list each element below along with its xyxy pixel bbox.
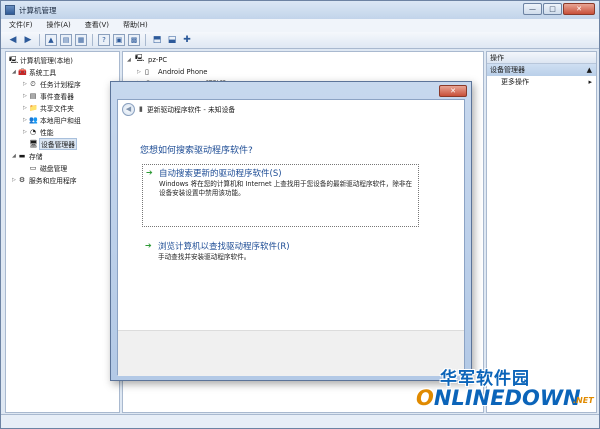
- device-label: Android Phone: [158, 67, 208, 76]
- scan-hardware-icon[interactable]: ▩: [128, 34, 140, 46]
- tree-label: 计算机管理(本地): [20, 56, 73, 65]
- update-driver-icon[interactable]: ⬒: [151, 34, 163, 46]
- tree-label: 本地用户和组: [40, 116, 81, 125]
- up-folder-icon[interactable]: ▲: [45, 34, 57, 46]
- console-tree: 🖳 计算机管理(本地) ◢ 🧰 系统工具 ▷ ⏲ 任务计划程序 ▷ ▤ 事件查看器 ▷ 📁 共享文…: [5, 51, 120, 413]
- performance-icon: ◔: [29, 127, 37, 136]
- users-icon: 👥: [29, 115, 38, 124]
- watermark-o: O: [416, 386, 434, 410]
- dialog-client-area: ◀ ▮ 更新驱动程序软件 - 未知设备 您想如何搜索驱动程序软件? ➔ 自动搜索…: [117, 99, 465, 376]
- auto-search-title: 自动搜索更新的驱动程序软件(S): [159, 169, 282, 179]
- help-icon[interactable]: ?: [98, 34, 110, 46]
- collapse-arrow-icon[interactable]: ◢: [127, 57, 135, 63]
- menu-bar: 文件(F) 操作(A) 查看(V) 帮助(H): [1, 19, 599, 32]
- dialog-button-area: [118, 330, 464, 376]
- export-list-icon[interactable]: ▦: [75, 34, 87, 46]
- tree-label: 磁盘管理: [40, 164, 68, 173]
- close-button[interactable]: ✕: [563, 3, 595, 15]
- device-icon: ▮: [139, 105, 143, 113]
- computer-management-icon: [5, 5, 15, 15]
- show-hide-tree-icon[interactable]: ▤: [60, 34, 72, 46]
- tree-item-event-viewer[interactable]: ▷ ▤ 事件查看器: [23, 90, 74, 101]
- tree-item-services-apps[interactable]: ▷ ⚙ 服务和应用程序: [12, 174, 77, 185]
- properties-icon[interactable]: ▣: [113, 34, 125, 46]
- disk-icon: ▭: [29, 163, 37, 172]
- tree-label: 设备管理器: [39, 137, 77, 150]
- tree-label: 事件查看器: [40, 92, 74, 101]
- forward-arrow-icon[interactable]: ▶: [22, 34, 34, 46]
- tree-item-shared-folders[interactable]: ▷ 📁 共享文件夹: [23, 102, 74, 113]
- menu-action[interactable]: 操作(A): [47, 19, 71, 32]
- dialog-close-button[interactable]: ✕: [439, 85, 467, 97]
- tree-label: 共享文件夹: [40, 104, 74, 113]
- update-driver-dialog: ✕ ◀ ▮ 更新驱动程序软件 - 未知设备 您想如何搜索驱动程序软件? ➔ 自动…: [110, 81, 472, 381]
- menu-view[interactable]: 查看(V): [85, 19, 109, 32]
- phone-icon: ▯: [145, 67, 149, 76]
- browse-description: 手动查找并安装驱动程序软件。: [158, 253, 251, 261]
- tree-label: 性能: [40, 128, 54, 137]
- tree-item-storage[interactable]: ◢ ▬ 存储: [12, 150, 43, 161]
- watermark-logo: 华军软件园 ONLINEDOWN .NET: [416, 364, 596, 424]
- tree-item-disk-management[interactable]: ▭ 磁盘管理: [29, 162, 68, 173]
- storage-icon: ▬: [18, 151, 26, 160]
- browse-title: 浏览计算机以查找驱动程序软件(R): [158, 242, 290, 252]
- shared-folder-icon: 📁: [29, 103, 38, 112]
- back-button[interactable]: ◀: [122, 102, 135, 116]
- tree-label: 服务和应用程序: [29, 176, 77, 185]
- menu-help[interactable]: 帮助(H): [123, 19, 148, 32]
- toolbox-icon: 🧰: [18, 67, 27, 76]
- device-root[interactable]: ◢ 🖳 pz-PC: [127, 54, 167, 65]
- tree-item-system-tools[interactable]: ◢ 🧰 系统工具: [12, 66, 56, 77]
- tree-label: 存储: [29, 152, 43, 161]
- disable-device-icon[interactable]: ⬓: [166, 34, 178, 46]
- tree-item-local-users[interactable]: ▷ 👥 本地用户和组: [23, 114, 81, 125]
- tree-item-root[interactable]: 🖳 计算机管理(本地): [9, 54, 73, 65]
- collapse-up-icon[interactable]: ▲: [587, 64, 592, 76]
- tree-item-device-manager[interactable]: 🖥 设备管理器: [29, 137, 77, 150]
- dialog-title: 更新驱动程序软件 - 未知设备: [146, 106, 236, 114]
- uninstall-device-icon[interactable]: ✚: [181, 34, 193, 46]
- back-arrow-icon[interactable]: ◀: [7, 34, 19, 46]
- submenu-arrow-icon: ▸: [588, 78, 592, 86]
- title-bar[interactable]: 计算机管理 — □ ✕: [1, 1, 599, 19]
- services-icon: ⚙: [18, 175, 26, 184]
- more-actions-label: 更多操作: [501, 78, 529, 86]
- auto-search-description: Windows 将在您的计算机和 Internet 上查找用于您设备的最新驱动程…: [159, 180, 413, 197]
- device-manager-icon: 🖥: [29, 139, 38, 148]
- actions-pane: 操作 设备管理器 ▲ 更多操作 ▸: [486, 51, 597, 413]
- dialog-header: ◀ ▮ 更新驱动程序软件 - 未知设备: [118, 100, 464, 118]
- tree-label: 任务计划程序: [40, 80, 81, 89]
- actions-section-device-manager[interactable]: 设备管理器 ▲: [487, 64, 596, 76]
- event-log-icon: ▤: [29, 91, 37, 100]
- green-arrow-icon: ➔: [146, 168, 153, 177]
- toolbar: ◀ ▶ ▲ ▤ ▦ ? ▣ ▩ ⬒ ⬓ ✚: [1, 32, 599, 49]
- more-actions-item[interactable]: 更多操作 ▸: [487, 76, 596, 88]
- window-title: 计算机管理: [19, 6, 57, 15]
- dialog-question: 您想如何搜索驱动程序软件?: [140, 146, 253, 156]
- watermark-rest: NLINEDOWN: [433, 386, 581, 410]
- watermark-en: ONLINEDOWN: [416, 386, 581, 410]
- device-android-phone[interactable]: ▷ ▯ Android Phone: [137, 66, 208, 77]
- clock-icon: ⏲: [30, 79, 36, 88]
- actions-header: 操作: [487, 52, 596, 64]
- minimize-button[interactable]: —: [523, 3, 542, 15]
- device-label: pz-PC: [148, 55, 168, 64]
- maximize-button[interactable]: □: [543, 3, 562, 15]
- auto-search-option[interactable]: ➔ 自动搜索更新的驱动程序软件(S) Windows 将在您的计算机和 Inte…: [142, 164, 419, 227]
- computer-icon: 🖳: [135, 54, 145, 62]
- menu-file[interactable]: 文件(F): [9, 19, 33, 32]
- tree-item-task-scheduler[interactable]: ▷ ⏲ 任务计划程序: [23, 78, 81, 89]
- green-arrow-icon: ➔: [145, 241, 152, 250]
- browse-option[interactable]: ➔ 浏览计算机以查找驱动程序软件(R) 手动查找并安装驱动程序软件。: [142, 238, 419, 270]
- watermark-net: .NET: [573, 396, 594, 405]
- computer-icon: 🖳: [9, 55, 19, 64]
- tree-item-performance[interactable]: ▷ ◔ 性能: [23, 126, 54, 137]
- actions-section-label: 设备管理器: [490, 66, 525, 74]
- tree-label: 系统工具: [29, 68, 57, 77]
- expand-arrow-icon[interactable]: ▷: [137, 69, 145, 75]
